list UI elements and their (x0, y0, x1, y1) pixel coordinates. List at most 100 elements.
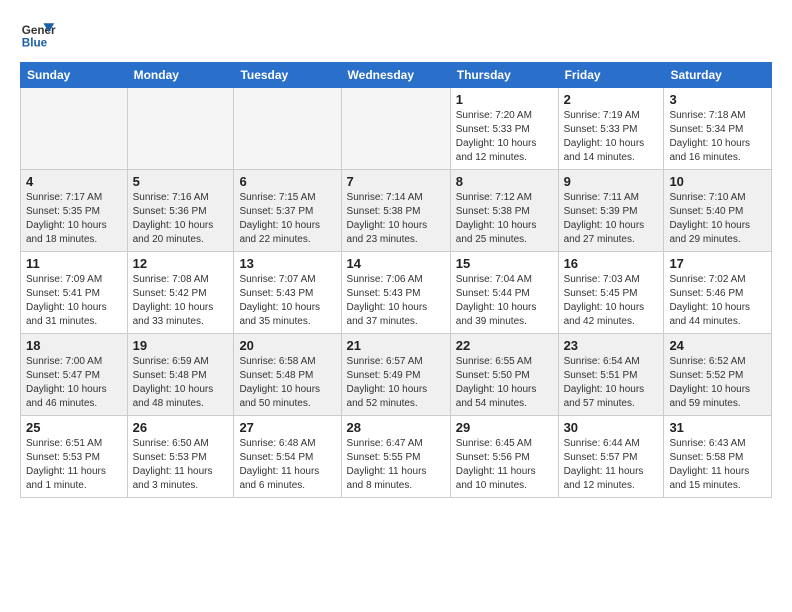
calendar-header-row: SundayMondayTuesdayWednesdayThursdayFrid… (21, 63, 772, 88)
day-number: 11 (26, 256, 122, 271)
day-number: 22 (456, 338, 553, 353)
day-number: 2 (564, 92, 659, 107)
calendar-day-header: Saturday (664, 63, 772, 88)
calendar-week-row: 11 Sunrise: 7:09 AM Sunset: 5:41 PM Dayli… (21, 252, 772, 334)
table-row: 15 Sunrise: 7:04 AM Sunset: 5:44 PM Dayli… (450, 252, 558, 334)
table-row: 6 Sunrise: 7:15 AM Sunset: 5:37 PM Daylig… (234, 170, 341, 252)
day-info: Sunrise: 7:12 AM Sunset: 5:38 PM Dayligh… (456, 191, 553, 247)
table-row: 25 Sunrise: 6:51 AM Sunset: 5:53 PM Dayli… (21, 416, 128, 498)
day-info: Sunrise: 6:48 AM Sunset: 5:54 PM Dayligh… (239, 437, 335, 493)
day-info: Sunrise: 6:55 AM Sunset: 5:50 PM Dayligh… (456, 355, 553, 411)
day-info: Sunrise: 7:17 AM Sunset: 5:35 PM Dayligh… (26, 191, 122, 247)
table-row: 18 Sunrise: 7:00 AM Sunset: 5:47 PM Dayli… (21, 334, 128, 416)
day-number: 20 (239, 338, 335, 353)
day-number: 3 (669, 92, 766, 107)
logo-icon: General Blue (20, 16, 56, 52)
day-info: Sunrise: 7:09 AM Sunset: 5:41 PM Dayligh… (26, 273, 122, 329)
day-info: Sunrise: 6:58 AM Sunset: 5:48 PM Dayligh… (239, 355, 335, 411)
day-number: 30 (564, 420, 659, 435)
table-row (341, 88, 450, 170)
table-row: 29Sunrise: 6:45 AM Sunset: 5:56 PM Dayli… (450, 416, 558, 498)
table-row: 14 Sunrise: 7:06 AM Sunset: 5:43 PM Dayli… (341, 252, 450, 334)
table-row: 28 Sunrise: 6:47 AM Sunset: 5:55 PM Dayli… (341, 416, 450, 498)
calendar-day-header: Sunday (21, 63, 128, 88)
table-row: 7 Sunrise: 7:14 AM Sunset: 5:38 PM Daylig… (341, 170, 450, 252)
day-number: 5 (133, 174, 229, 189)
day-info: Sunrise: 7:08 AM Sunset: 5:42 PM Dayligh… (133, 273, 229, 329)
day-number: 18 (26, 338, 122, 353)
table-row (127, 88, 234, 170)
day-number: 31 (669, 420, 766, 435)
day-number: 14 (347, 256, 445, 271)
table-row: 27 Sunrise: 6:48 AM Sunset: 5:54 PM Dayli… (234, 416, 341, 498)
table-row: 22 Sunrise: 6:55 AM Sunset: 5:50 PM Dayli… (450, 334, 558, 416)
table-row: 2 Sunrise: 7:19 AM Sunset: 5:33 PM Daylig… (558, 88, 664, 170)
day-info: Sunrise: 7:06 AM Sunset: 5:43 PM Dayligh… (347, 273, 445, 329)
table-row: 23Sunrise: 6:54 AM Sunset: 5:51 PM Dayli… (558, 334, 664, 416)
table-row: 11 Sunrise: 7:09 AM Sunset: 5:41 PM Dayli… (21, 252, 128, 334)
day-info: Sunrise: 7:18 AM Sunset: 5:34 PM Dayligh… (669, 109, 766, 165)
day-info: Sunrise: 6:57 AM Sunset: 5:49 PM Dayligh… (347, 355, 445, 411)
table-row: 24Sunrise: 6:52 AM Sunset: 5:52 PM Dayli… (664, 334, 772, 416)
table-row: 30Sunrise: 6:44 AM Sunset: 5:57 PM Dayli… (558, 416, 664, 498)
table-row: 13Sunrise: 7:07 AM Sunset: 5:43 PM Dayli… (234, 252, 341, 334)
table-row: 3 Sunrise: 7:18 AM Sunset: 5:34 PM Daylig… (664, 88, 772, 170)
day-number: 29 (456, 420, 553, 435)
table-row: 9Sunrise: 7:11 AM Sunset: 5:39 PM Daylig… (558, 170, 664, 252)
table-row: 19 Sunrise: 6:59 AM Sunset: 5:48 PM Dayli… (127, 334, 234, 416)
table-row: 4Sunrise: 7:17 AM Sunset: 5:35 PM Daylig… (21, 170, 128, 252)
table-row: 5 Sunrise: 7:16 AM Sunset: 5:36 PM Daylig… (127, 170, 234, 252)
day-info: Sunrise: 7:00 AM Sunset: 5:47 PM Dayligh… (26, 355, 122, 411)
day-info: Sunrise: 7:15 AM Sunset: 5:37 PM Dayligh… (239, 191, 335, 247)
calendar-week-row: 25 Sunrise: 6:51 AM Sunset: 5:53 PM Dayli… (21, 416, 772, 498)
day-number: 10 (669, 174, 766, 189)
day-info: Sunrise: 6:47 AM Sunset: 5:55 PM Dayligh… (347, 437, 445, 493)
day-info: Sunrise: 6:51 AM Sunset: 5:53 PM Dayligh… (26, 437, 122, 493)
day-number: 13 (239, 256, 335, 271)
day-number: 21 (347, 338, 445, 353)
calendar-day-header: Tuesday (234, 63, 341, 88)
day-number: 1 (456, 92, 553, 107)
day-info: Sunrise: 7:19 AM Sunset: 5:33 PM Dayligh… (564, 109, 659, 165)
day-number: 27 (239, 420, 335, 435)
day-number: 8 (456, 174, 553, 189)
day-number: 26 (133, 420, 229, 435)
logo: General Blue (20, 16, 62, 52)
calendar-week-row: 18 Sunrise: 7:00 AM Sunset: 5:47 PM Dayli… (21, 334, 772, 416)
table-row (234, 88, 341, 170)
day-info: Sunrise: 6:59 AM Sunset: 5:48 PM Dayligh… (133, 355, 229, 411)
calendar-week-row: 4Sunrise: 7:17 AM Sunset: 5:35 PM Daylig… (21, 170, 772, 252)
calendar-table: SundayMondayTuesdayWednesdayThursdayFrid… (20, 62, 772, 498)
day-number: 28 (347, 420, 445, 435)
day-number: 19 (133, 338, 229, 353)
table-row: 31Sunrise: 6:43 AM Sunset: 5:58 PM Dayli… (664, 416, 772, 498)
day-number: 15 (456, 256, 553, 271)
day-info: Sunrise: 7:16 AM Sunset: 5:36 PM Dayligh… (133, 191, 229, 247)
calendar-day-header: Monday (127, 63, 234, 88)
table-row: 1Sunrise: 7:20 AM Sunset: 5:33 PM Daylig… (450, 88, 558, 170)
calendar-day-header: Friday (558, 63, 664, 88)
day-number: 17 (669, 256, 766, 271)
day-number: 12 (133, 256, 229, 271)
day-info: Sunrise: 6:52 AM Sunset: 5:52 PM Dayligh… (669, 355, 766, 411)
day-number: 25 (26, 420, 122, 435)
table-row: 10 Sunrise: 7:10 AM Sunset: 5:40 PM Dayli… (664, 170, 772, 252)
table-row (21, 88, 128, 170)
table-row: 17 Sunrise: 7:02 AM Sunset: 5:46 PM Dayli… (664, 252, 772, 334)
page-header: General Blue (20, 16, 772, 52)
day-info: Sunrise: 7:10 AM Sunset: 5:40 PM Dayligh… (669, 191, 766, 247)
calendar-day-header: Wednesday (341, 63, 450, 88)
day-number: 7 (347, 174, 445, 189)
table-row: 20 Sunrise: 6:58 AM Sunset: 5:48 PM Dayli… (234, 334, 341, 416)
day-number: 23 (564, 338, 659, 353)
day-number: 9 (564, 174, 659, 189)
day-info: Sunrise: 7:02 AM Sunset: 5:46 PM Dayligh… (669, 273, 766, 329)
table-row: 16Sunrise: 7:03 AM Sunset: 5:45 PM Dayli… (558, 252, 664, 334)
table-row: 12 Sunrise: 7:08 AM Sunset: 5:42 PM Dayli… (127, 252, 234, 334)
calendar-day-header: Thursday (450, 63, 558, 88)
day-info: Sunrise: 7:14 AM Sunset: 5:38 PM Dayligh… (347, 191, 445, 247)
day-number: 6 (239, 174, 335, 189)
day-info: Sunrise: 7:04 AM Sunset: 5:44 PM Dayligh… (456, 273, 553, 329)
table-row: 26Sunrise: 6:50 AM Sunset: 5:53 PM Dayli… (127, 416, 234, 498)
calendar-week-row: 1Sunrise: 7:20 AM Sunset: 5:33 PM Daylig… (21, 88, 772, 170)
